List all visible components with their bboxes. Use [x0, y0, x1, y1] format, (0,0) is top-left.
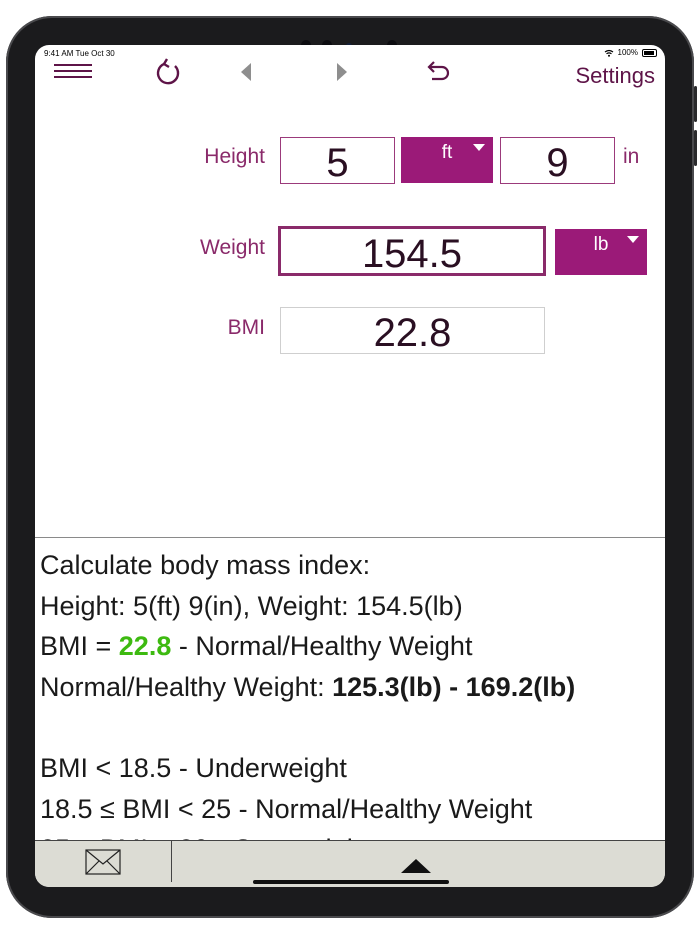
bmi-value: 22.8	[118, 631, 172, 662]
section-divider	[35, 537, 665, 538]
category-normal: 18.5 ≤ BMI < 25 - Normal/Healthy Weight	[40, 793, 533, 824]
chevron-left-icon[interactable]	[233, 57, 259, 87]
bmi-label: BMI	[227, 316, 265, 339]
height-unit-select[interactable]: ft	[401, 137, 493, 183]
weight-unit-select[interactable]: lb	[555, 229, 647, 275]
home-indicator[interactable]	[253, 880, 449, 884]
volume-down-button	[694, 130, 697, 166]
weight-unit-value: lb	[593, 234, 609, 255]
triangle-up-icon[interactable]	[401, 859, 431, 873]
volume-up-button	[694, 86, 697, 122]
bmi-prefix: BMI =	[40, 631, 119, 662]
height-label: Height	[204, 145, 265, 168]
result-bmi-line: BMI = 22.8 - Normal/Healthy Weight	[40, 626, 665, 667]
category-underweight: BMI < 18.5 - Underweight	[40, 752, 347, 783]
height-feet-input[interactable]: 5	[280, 137, 395, 185]
inches-unit-label: in	[623, 145, 640, 168]
result-title: Calculate body mass index:	[40, 550, 371, 580]
bmi-category: - Normal/Healthy Weight	[171, 631, 473, 662]
result-inputs: Height: 5(ft) 9(in), Weight: 154.5(lb)	[40, 590, 463, 621]
toolbar: Settings	[35, 55, 665, 99]
healthy-range-value: 125.3(lb) - 169.2(lb)	[332, 671, 576, 702]
height-unit-value: ft	[441, 142, 453, 163]
healthy-range-prefix: Normal/Healthy Weight:	[40, 671, 333, 702]
weight-label: Weight	[200, 236, 265, 259]
chevron-right-icon[interactable]	[329, 57, 355, 87]
app-screen: 9:41 AM Tue Oct 30 100% Settings Height …	[35, 45, 665, 887]
envelope-icon[interactable]	[35, 841, 172, 882]
refresh-icon[interactable]	[151, 55, 187, 91]
height-inches-input[interactable]: 9	[500, 137, 615, 185]
bmi-output: 22.8	[280, 307, 545, 355]
undo-icon[interactable]	[421, 55, 453, 87]
settings-button[interactable]: Settings	[576, 63, 656, 89]
dropdown-arrow-icon	[627, 236, 639, 243]
result-panel: Calculate body mass index: Height: 5(ft)…	[40, 545, 665, 870]
healthy-range-line: Normal/Healthy Weight: 125.3(lb) - 169.2…	[40, 667, 665, 708]
dropdown-arrow-icon	[473, 144, 485, 151]
weight-input[interactable]: 154.5	[278, 226, 546, 276]
hamburger-icon[interactable]	[53, 59, 93, 83]
